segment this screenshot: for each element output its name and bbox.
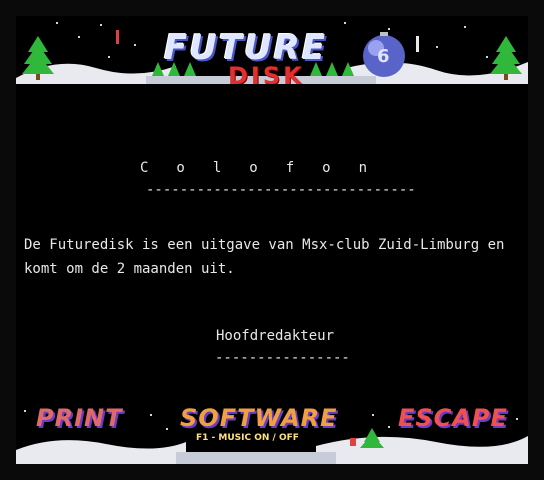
- header-banner: FUTURE DISK 6: [16, 16, 528, 84]
- subheading-underline: ----------------: [215, 350, 350, 366]
- candle-icon: [416, 36, 419, 52]
- candle-icon: [116, 30, 119, 44]
- issue-badge: 6: [377, 46, 390, 67]
- escape-button[interactable]: ESCAPE: [398, 404, 508, 432]
- music-toggle-hint: F1 - MUSIC ON / OFF: [196, 433, 299, 443]
- msx-screen: FUTURE DISK 6 Colofon ------------------…: [0, 0, 544, 480]
- software-button[interactable]: SOFTWARE: [180, 404, 338, 432]
- subheading: Hoofdredakteur: [216, 328, 335, 344]
- christmas-tree-icon: [490, 36, 522, 80]
- christmas-tree-icon: [22, 36, 54, 80]
- logo-disk: DISK: [228, 62, 305, 84]
- print-button[interactable]: PRINT: [36, 404, 122, 432]
- footer-menu: PRINT SOFTWARE ESCAPE F1 - MUSIC ON / OF…: [16, 400, 528, 464]
- page-title: Colofon: [140, 160, 396, 176]
- candle-icon: [350, 438, 356, 446]
- body-text: De Futuredisk is een uitgave van Msx-clu…: [24, 237, 505, 277]
- title-underline: --------------------------------: [146, 182, 416, 198]
